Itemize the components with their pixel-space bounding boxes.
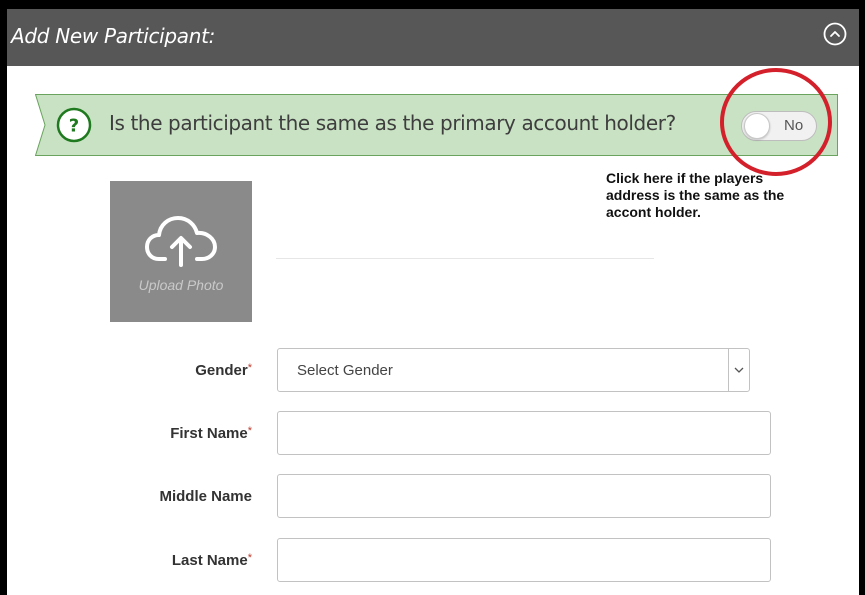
gender-select-value: Select Gender bbox=[297, 362, 393, 379]
middle-name-field[interactable] bbox=[277, 474, 771, 518]
last-name-label: Last Name* bbox=[171, 552, 252, 569]
last-name-field[interactable] bbox=[277, 538, 771, 582]
middle-name-label: Middle Name bbox=[159, 488, 252, 505]
panel-title: Add New Participant: bbox=[11, 24, 216, 48]
chevron-down-icon[interactable] bbox=[728, 349, 749, 391]
first-name-label: First Name* bbox=[170, 425, 252, 442]
gender-select[interactable]: Select Gender bbox=[277, 348, 750, 392]
question-circle-icon: ? bbox=[56, 107, 92, 143]
divider bbox=[276, 258, 654, 259]
annotation-note: Click here if the players address is the… bbox=[606, 170, 785, 220]
same-as-account-holder-toggle[interactable]: No bbox=[741, 111, 817, 141]
first-name-field[interactable] bbox=[277, 411, 771, 455]
upload-photo-label: Upload Photo bbox=[138, 277, 224, 293]
panel-header: Add New Participant: bbox=[7, 9, 859, 66]
last-name-input[interactable] bbox=[278, 539, 770, 581]
cloud-upload-icon bbox=[145, 216, 217, 267]
chevron-up-circle-icon[interactable] bbox=[823, 22, 847, 46]
upload-photo-button[interactable]: Upload Photo bbox=[110, 181, 252, 322]
toggle-label: No bbox=[784, 117, 804, 134]
toggle-knob bbox=[744, 113, 770, 139]
same-as-account-holder-banner: ? Is the participant the same as the pri… bbox=[35, 94, 838, 156]
banner-question: Is the participant the same as the prima… bbox=[109, 111, 676, 135]
required-marker: * bbox=[247, 552, 252, 564]
required-marker: * bbox=[247, 362, 252, 374]
required-marker: * bbox=[247, 425, 252, 437]
svg-text:?: ? bbox=[69, 116, 79, 137]
first-name-input[interactable] bbox=[278, 412, 770, 454]
middle-name-input[interactable] bbox=[278, 475, 770, 517]
gender-label: Gender* bbox=[195, 362, 252, 379]
